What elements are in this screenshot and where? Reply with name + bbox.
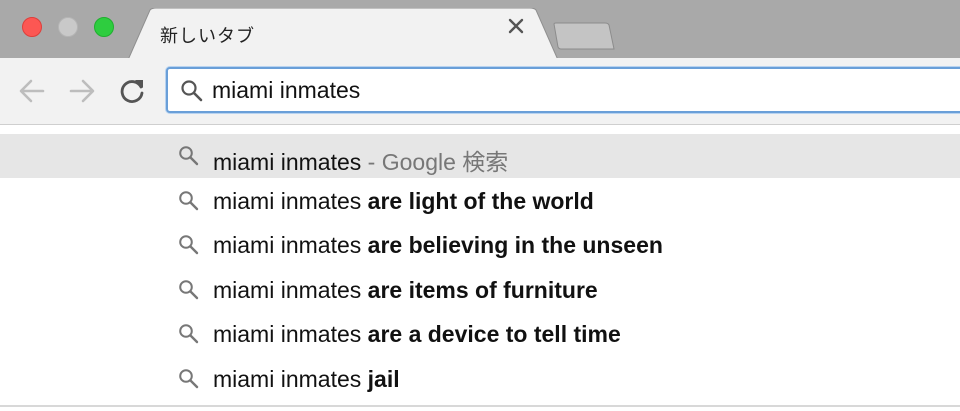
tab-title: 新しいタブ (160, 26, 255, 46)
suggestions-dropdown: miami inmates - Google 検索 miami inmates … (0, 131, 960, 407)
suggestion-row[interactable]: miami inmates are light of the world (0, 179, 960, 223)
suggestion-row[interactable]: miami inmates jail (0, 357, 960, 401)
search-icon (179, 146, 199, 166)
search-icon (179, 324, 199, 344)
suggestion-row[interactable]: miami inmates are a device to tell time (0, 312, 960, 356)
suggestion-row[interactable]: miami inmates are believing in the unsee… (0, 223, 960, 267)
active-tab[interactable]: 新しいタブ (128, 8, 558, 60)
back-button[interactable] (15, 74, 49, 108)
suggestion-query: miami inmates (213, 321, 368, 347)
back-arrow-icon (19, 79, 45, 103)
suggestion-query: miami inmates (213, 149, 362, 175)
search-icon (181, 80, 203, 102)
suggestion-text: miami inmates are items of furniture (213, 277, 598, 304)
suggestion-completion: are items of furniture (367, 277, 598, 303)
search-icon (179, 235, 199, 255)
search-icon (179, 191, 199, 211)
search-icon (179, 280, 199, 300)
suggestion-query: miami inmates (213, 277, 368, 303)
close-window-button[interactable] (22, 17, 42, 37)
suggestion-completion: are light of the world (367, 188, 594, 214)
maximize-window-button[interactable] (94, 17, 114, 37)
new-tab-button[interactable] (553, 22, 615, 50)
minimize-window-button[interactable] (58, 17, 78, 37)
suggestion-query: miami inmates (213, 366, 368, 392)
suggestion-separator: - (361, 149, 382, 175)
suggestion-row[interactable]: miami inmates are items of furniture (0, 268, 960, 312)
search-icon (179, 369, 199, 389)
close-icon (508, 18, 524, 34)
window-titlebar: 新しいタブ (0, 0, 960, 60)
forward-arrow-icon (69, 79, 95, 103)
suggestion-text: miami inmates are a device to tell time (213, 321, 621, 348)
toolbar (0, 58, 960, 125)
suggestion-query: miami inmates (213, 188, 368, 214)
reload-icon (120, 80, 144, 103)
suggestion-provider: Google 検索 (381, 149, 509, 175)
suggestion-completion: are a device to tell time (367, 321, 621, 347)
suggestion-completion: are believing in the unseen (367, 232, 663, 258)
forward-button[interactable] (65, 74, 99, 108)
suggestion-text: miami inmates - Google 検索 (213, 143, 508, 177)
suggestion-row[interactable]: miami inmates - Google 検索 (0, 134, 960, 178)
dropdown-bottom-divider (0, 405, 960, 407)
address-input[interactable] (212, 75, 952, 105)
suggestion-query: miami inmates (213, 232, 368, 258)
tab-close-button[interactable] (508, 18, 536, 46)
reload-button[interactable] (115, 74, 149, 108)
suggestion-completion: jail (367, 366, 400, 392)
suggestion-text: miami inmates jail (213, 366, 400, 393)
address-bar[interactable] (166, 67, 960, 113)
suggestion-text: miami inmates are believing in the unsee… (213, 232, 663, 259)
suggestion-text: miami inmates are light of the world (213, 188, 594, 215)
